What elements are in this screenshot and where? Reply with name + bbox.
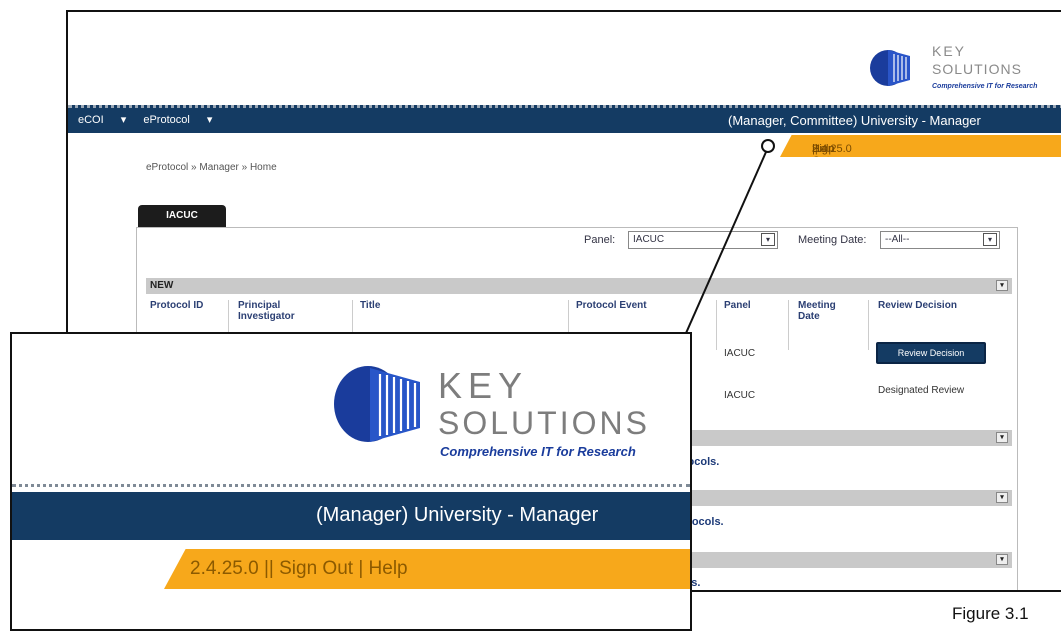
bg-logo-tagline: Comprehensive IT for Research [932, 83, 1037, 90]
new-section-header: NEW ▾ [146, 278, 1012, 294]
zoom-inset: KEY SOLUTIONS Comprehensive IT for Resea… [10, 332, 692, 631]
logo-word-key: KEY [438, 365, 528, 406]
bg-key-solutions-logo: KEY SOLUTIONS Comprehensive IT for Resea… [870, 43, 1037, 90]
table-cell-panel: IACUC [724, 348, 756, 359]
col-protocol-event: Protocol Event [576, 300, 647, 311]
col-title: Title [360, 300, 381, 311]
menu-ecoi[interactable]: eCOI ▾ [78, 114, 126, 126]
help-link[interactable]: Help [369, 558, 408, 579]
key-solutions-logo: KEY SOLUTIONS Comprehensive IT for Resea… [334, 365, 650, 459]
collapse-icon[interactable]: ▾ [996, 280, 1008, 291]
bg-logo-globe-icon [870, 50, 910, 86]
meeting-date-label: Meeting Date: [798, 234, 867, 246]
table-cell-panel: IACUC [724, 390, 756, 401]
review-decision-button[interactable]: Review Decision [876, 342, 986, 364]
bg-logo-word2: SOLUTIONS [932, 61, 1022, 77]
designated-review-text: Designated Review [878, 385, 965, 396]
col-principal-investigator: Principal Investigator [238, 300, 295, 322]
bg-help-link[interactable]: Help [812, 143, 835, 155]
bg-user-role-text: (Manager, Committee) University - Manage… [728, 113, 981, 128]
breadcrumb: eProtocol » Manager » Home [146, 162, 277, 173]
meeting-date-select[interactable]: --All-- ▾ [880, 231, 1000, 249]
col-meeting-date: Meeting Date [798, 300, 836, 322]
col-panel: Panel [724, 300, 751, 311]
figure-caption: Figure 3.1 [952, 604, 1029, 623]
collapse-icon[interactable]: ▾ [996, 492, 1008, 503]
bg-logo-word1: KEY [932, 43, 966, 59]
col-review-decision: Review Decision [878, 300, 957, 311]
logo-word-solutions: SOLUTIONS [438, 405, 650, 441]
logo-globe-icon [334, 366, 420, 442]
bg-links-bar: 2.4.25.0 || Sign Out | Help [780, 135, 1061, 157]
zoom-navbar: (Manager) University - Manager [12, 484, 690, 552]
user-role-text: (Manager) University - Manager [316, 504, 599, 526]
version-text: 2.4.25.0 [190, 558, 259, 579]
menu-eprotocol[interactable]: eProtocol ▾ [143, 114, 212, 126]
collapse-icon[interactable]: ▾ [996, 554, 1008, 565]
col-protocol-id: Protocol ID [150, 300, 204, 311]
panel-select[interactable]: IACUC ▾ [628, 231, 778, 249]
chevron-down-icon: ▾ [983, 233, 997, 246]
collapse-icon[interactable]: ▾ [996, 432, 1008, 443]
bg-top-navbar: eCOI ▾ eProtocol ▾ (Manager, Committee) … [68, 105, 1061, 133]
panel-filter-label: Panel: [584, 234, 616, 246]
logo-tagline: Comprehensive IT for Research [440, 444, 636, 459]
links-bar: 2.4.25.0 || Sign Out | Help [164, 549, 690, 589]
chevron-down-icon: ▾ [761, 233, 775, 246]
sign-out-link[interactable]: Sign Out [279, 558, 353, 579]
tab-iacuc[interactable]: IACUC [138, 205, 226, 227]
